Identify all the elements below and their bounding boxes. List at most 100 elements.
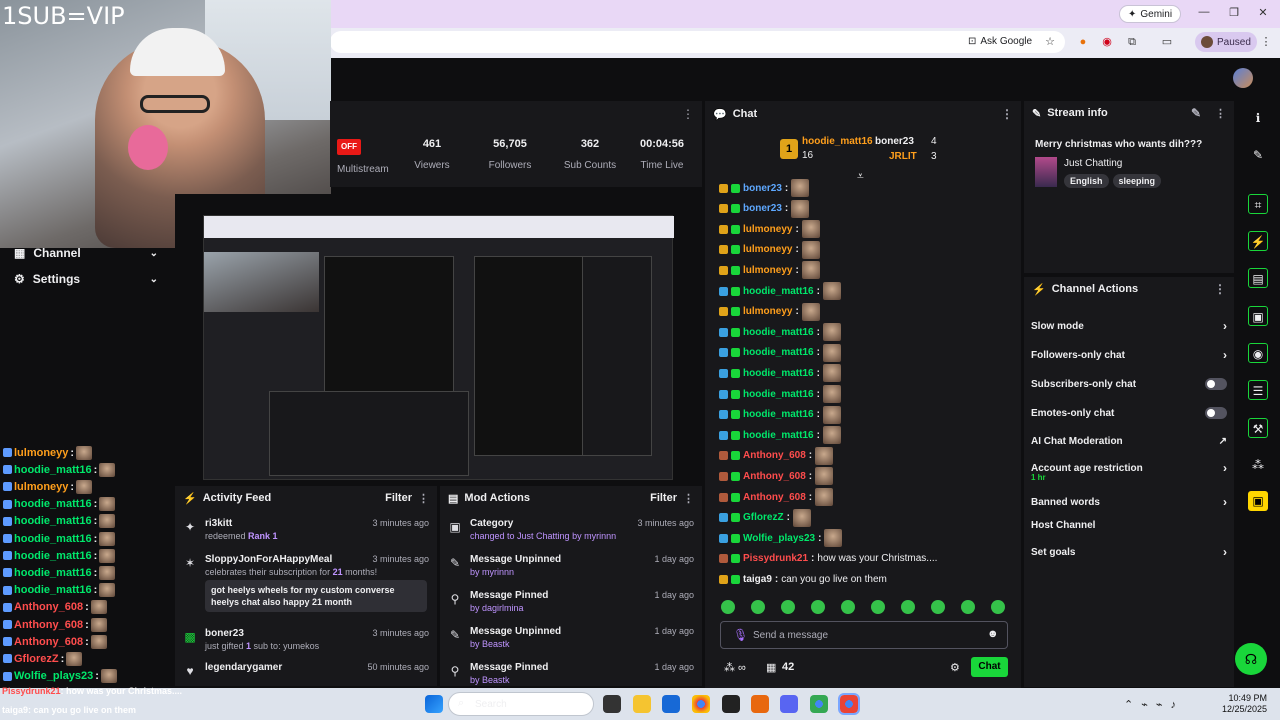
- emote-icon[interactable]: [781, 600, 795, 614]
- chrome-icon[interactable]: [810, 695, 828, 713]
- emote-icon[interactable]: [901, 600, 915, 614]
- channel-action-item[interactable]: Account age restriction 1 hr ›: [1031, 461, 1227, 482]
- activity-user[interactable]: legendarygamer: [205, 662, 282, 673]
- chat-username[interactable]: hoodie_matt16: [14, 533, 92, 545]
- chat-username[interactable]: lulmoneyy: [743, 306, 792, 317]
- layout-icon[interactable]: ☰: [1248, 380, 1268, 400]
- ask-google-button[interactable]: ⊡ Ask Google: [968, 36, 1032, 47]
- more-options-icon[interactable]: ⋮: [1215, 107, 1226, 120]
- chat-username[interactable]: Anthony_608: [743, 492, 806, 503]
- chat-username[interactable]: hoodie_matt16: [14, 464, 92, 476]
- chat-username[interactable]: hoodie_matt16: [743, 389, 814, 400]
- taskbar-search[interactable]: ⌕ Search: [448, 692, 594, 716]
- task-view-icon[interactable]: [603, 695, 621, 713]
- sidebar-item-channel[interactable]: ▦ Channel ⌄: [0, 240, 172, 266]
- system-tray-icons[interactable]: ⌃⌁⌁♪: [1124, 698, 1184, 711]
- chat-username[interactable]: hoodie_matt16: [743, 430, 814, 441]
- chat-username[interactable]: Anthony_608: [14, 636, 83, 648]
- emote-icon[interactable]: [961, 600, 975, 614]
- document-icon[interactable]: ▤: [1248, 268, 1268, 288]
- activity-user[interactable]: boner23: [205, 628, 244, 639]
- chat-input[interactable]: 🎙 Send a message ☻: [720, 621, 1008, 649]
- chat-username[interactable]: boner23: [743, 203, 782, 214]
- chat-username[interactable]: hoodie_matt16: [14, 498, 92, 510]
- chat-username[interactable]: taiga9: [743, 574, 772, 585]
- channel-action-item[interactable]: Followers-only chat ›: [1031, 348, 1227, 362]
- chat-username[interactable]: Anthony_608: [743, 450, 806, 461]
- url-field[interactable]: [330, 31, 1065, 53]
- adblock-icon[interactable]: ◉: [1099, 34, 1115, 50]
- emote-icon[interactable]: [871, 600, 885, 614]
- puzzle-icon[interactable]: ⧉: [1124, 34, 1140, 50]
- emote-icon[interactable]: [811, 600, 825, 614]
- toggle-switch[interactable]: [1205, 378, 1227, 390]
- channel-action-item[interactable]: Slow mode ›: [1031, 319, 1227, 333]
- gemini-button[interactable]: ✦ Gemini: [1119, 5, 1182, 23]
- toggle-switch[interactable]: [1205, 407, 1227, 419]
- more-menu-icon[interactable]: ⋮: [1258, 34, 1274, 50]
- activity-user[interactable]: SloppyJonForAHappyMeal: [205, 554, 332, 565]
- discord-icon[interactable]: [780, 695, 798, 713]
- activity-user[interactable]: ri3kitt: [205, 518, 232, 529]
- chat-send-button[interactable]: Chat: [971, 657, 1008, 677]
- more-options-icon[interactable]: ⋮: [418, 492, 429, 505]
- leaderboard-second-user[interactable]: boner23: [875, 136, 914, 147]
- windows-start-icon[interactable]: [425, 695, 443, 713]
- chat-username[interactable]: Pissydrunk21: [743, 553, 808, 564]
- points-icon[interactable]: ⁂ ∞: [724, 661, 746, 674]
- emote-icon[interactable]: [931, 600, 945, 614]
- bookmark-star-icon[interactable]: ☆: [1042, 34, 1058, 50]
- chat-username[interactable]: boner23: [743, 183, 782, 194]
- chat-username[interactable]: GflorezZ: [14, 653, 59, 665]
- obs-icon[interactable]: [722, 695, 740, 713]
- filter-button[interactable]: Filter: [650, 492, 677, 504]
- chrome-icon[interactable]: [838, 693, 860, 715]
- camera-frame-icon[interactable]: ⌗: [1248, 194, 1268, 214]
- channel-action-item[interactable]: Set goals ›: [1031, 545, 1227, 559]
- emote-icon[interactable]: [751, 600, 765, 614]
- chat-username[interactable]: Anthony_608: [14, 601, 83, 613]
- chat-username[interactable]: lulmoneyy: [743, 224, 792, 235]
- more-options-icon[interactable]: ⋮: [683, 492, 694, 505]
- chat-username[interactable]: hoodie_matt16: [14, 515, 92, 527]
- tab-search-icon[interactable]: ▭: [1159, 34, 1175, 50]
- chat-username[interactable]: lulmoneyy: [743, 244, 792, 255]
- chat-icon[interactable]: ▣: [1248, 306, 1268, 326]
- highlight-icon[interactable]: ▣: [1248, 491, 1268, 511]
- tag-chip[interactable]: sleeping: [1112, 174, 1162, 188]
- chat-username[interactable]: Anthony_608: [14, 619, 83, 631]
- pencil-icon[interactable]: ✎: [1248, 145, 1268, 165]
- more-options-icon[interactable]: ⋮: [1001, 107, 1013, 121]
- channel-action-item[interactable]: Subscribers-only chat: [1031, 378, 1227, 390]
- store-icon[interactable]: [662, 695, 680, 713]
- chrome-icon[interactable]: [692, 695, 710, 713]
- chat-username[interactable]: hoodie_matt16: [743, 347, 814, 358]
- more-options-icon[interactable]: ⋮: [682, 107, 694, 121]
- emoji-icon[interactable]: ☻: [987, 628, 999, 640]
- chat-username[interactable]: lulmoneyy: [14, 481, 68, 493]
- channel-action-item[interactable]: Emotes-only chat: [1031, 407, 1227, 419]
- more-options-icon[interactable]: ⋮: [1214, 282, 1226, 296]
- channel-action-item[interactable]: Host Channel: [1031, 520, 1227, 531]
- info-icon[interactable]: ℹ: [1248, 108, 1268, 128]
- multistream-label[interactable]: Multistream: [337, 164, 389, 175]
- chat-username[interactable]: hoodie_matt16: [14, 584, 92, 596]
- microphone-icon[interactable]: 🎙: [733, 628, 748, 642]
- chat-username[interactable]: GflorezZ: [743, 512, 784, 523]
- chat-username[interactable]: hoodie_matt16: [743, 327, 814, 338]
- chat-username[interactable]: Wolfie_plays23: [14, 670, 93, 682]
- emote-icon[interactable]: [841, 600, 855, 614]
- emote-icon[interactable]: [991, 600, 1005, 614]
- chat-settings-icon[interactable]: ⚙: [950, 661, 960, 674]
- filter-button[interactable]: Filter: [385, 492, 412, 504]
- chat-username[interactable]: Wolfie_plays23: [743, 533, 815, 544]
- sidebar-item-settings[interactable]: ⚙ Settings ⌄: [0, 266, 172, 292]
- category-name[interactable]: Just Chatting: [1064, 158, 1122, 169]
- chat-username[interactable]: hoodie_matt16: [14, 567, 92, 579]
- chat-username[interactable]: lulmoneyy: [743, 265, 792, 276]
- chat-username[interactable]: hoodie_matt16: [743, 368, 814, 379]
- points-icon[interactable]: ⁂: [1248, 455, 1268, 475]
- app-icon[interactable]: [751, 695, 769, 713]
- chat-username[interactable]: hoodie_matt16: [743, 409, 814, 420]
- chat-username[interactable]: hoodie_matt16: [14, 550, 92, 562]
